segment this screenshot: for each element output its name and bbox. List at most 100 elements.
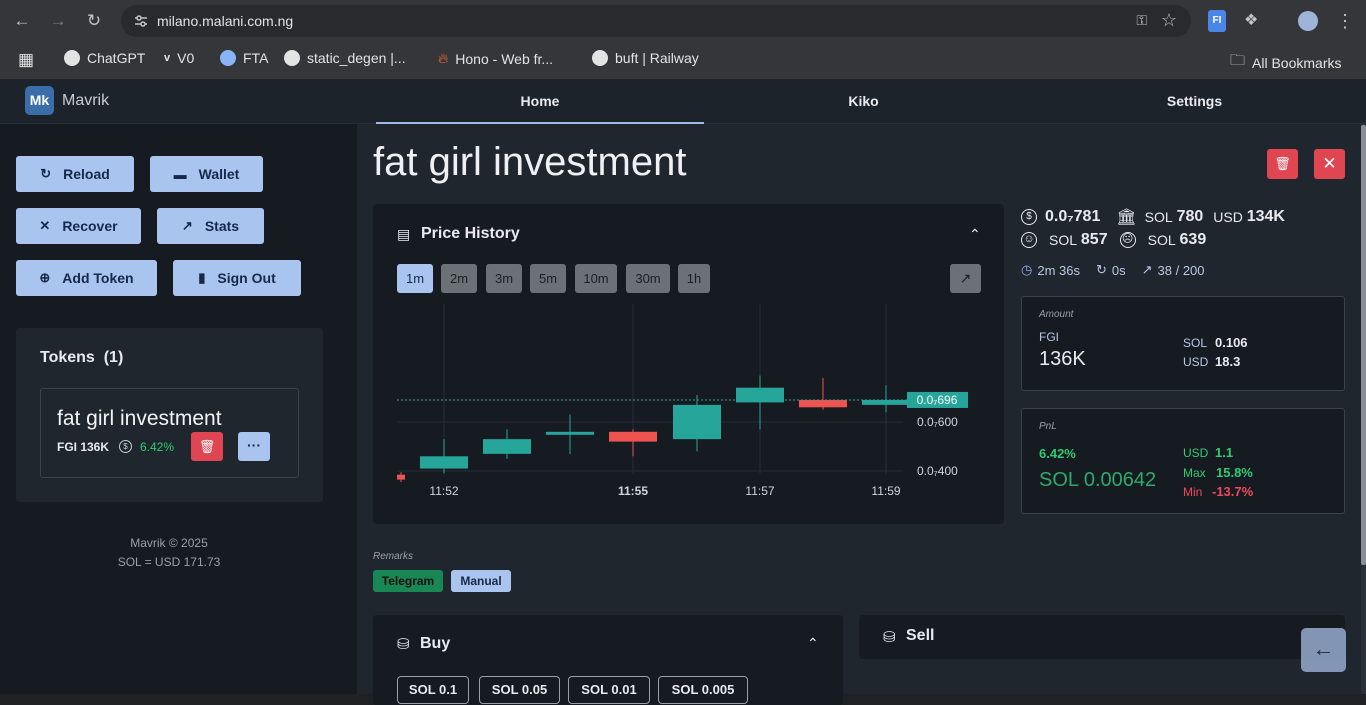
candle-body [862, 399, 910, 405]
stats-row-3: ◷ 2m 36s ↻ 0s ↗ 38 / 200 [1021, 262, 1205, 278]
app-root: Mk Mavrik Home Kiko Settings ↻ Reload ▬ Wa… [0, 79, 1366, 705]
bookmark-fta[interactable]: FTA [220, 50, 268, 66]
remark-badge-manual[interactable]: Manual [451, 570, 511, 592]
bookmark-railway[interactable]: buft | Railway [592, 50, 699, 66]
add-token-button[interactable]: ⊕ Add Token [16, 260, 157, 296]
folder-icon: 🗀︎ [1230, 52, 1246, 69]
bookmark-label: ChatGPT [87, 50, 146, 66]
recover-button[interactable]: ✕ Recover [16, 208, 141, 244]
buy-title: Buy [420, 635, 451, 652]
stats-row-1: $ 0.0₇781 🏛︎ SOL 780 USD 134K [1021, 207, 1285, 227]
bank-icon: 🏛︎ [1116, 209, 1137, 226]
floating-back-button[interactable]: ← [1301, 628, 1346, 672]
price-history-card: ▤ Price History ⌃ 1m 2m 3m 5m 10m 30m 1h… [373, 204, 1004, 524]
site-settings-icon[interactable] [133, 13, 149, 29]
pnl-min: -13.7% [1212, 484, 1254, 499]
timeframe-10m[interactable]: 10m [575, 264, 617, 293]
coin-icon: $ [1021, 209, 1037, 225]
password-key-icon[interactable]: ⚿ [1136, 12, 1147, 29]
refresh-icon: ↻ [40, 166, 52, 181]
candle-body [799, 399, 847, 408]
y-tick-label: 0.0₇400 [917, 464, 958, 478]
timeframe-1h[interactable]: 1h [678, 264, 710, 293]
site-icon [284, 50, 300, 66]
sell-card[interactable]: ⛁ Sell [859, 615, 1345, 659]
bookmark-label: buft | Railway [615, 50, 699, 66]
candle-body [546, 431, 594, 435]
tab-kiko[interactable]: Kiko [704, 79, 1023, 124]
brand-name: Mavrik [62, 92, 110, 109]
extensions-puzzle-icon[interactable]: ❖ [1244, 10, 1266, 32]
tokens-card: Tokens (1) fat girl investment FGI 136K … [16, 328, 323, 502]
add-token-label: Add Token [62, 270, 134, 286]
timeframe-2m[interactable]: 2m [441, 264, 477, 293]
token-more-button[interactable]: ··· [238, 432, 270, 461]
reload-button[interactable]: ↻ Reload [16, 156, 134, 192]
chart-toggle-button[interactable]: ↗ [950, 264, 981, 293]
bookmark-label: V0 [177, 50, 195, 66]
recover-label: Recover [62, 218, 118, 234]
bookmark-hono[interactable]: 🔥︎ Hono - Web fr... [438, 50, 553, 67]
chart-line-icon: ↗ [1141, 262, 1153, 277]
all-bookmarks-label: All Bookmarks [1252, 54, 1342, 71]
sidebar-footer: Mavrik © 2025 SOL = USD 171.73 [0, 534, 338, 572]
sell-volume-label: SOL [1147, 232, 1176, 248]
candle-body [397, 474, 405, 480]
amount-usd: 18.3 [1215, 354, 1241, 369]
back-icon[interactable]: ← [10, 9, 34, 33]
forward-icon[interactable]: → [46, 9, 70, 33]
chart-line-icon: ↗ [181, 218, 193, 233]
token-list-item[interactable]: fat girl investment FGI 136K $ 6.42% 🗑︎ … [40, 388, 299, 478]
calendar-icon: ▤ [397, 226, 411, 242]
mavrik-logo: Mk [25, 86, 54, 115]
buy-volume-label: SOL [1049, 232, 1078, 248]
amount-symbol: FGI [1039, 330, 1059, 344]
door-icon: ▮ [198, 270, 206, 285]
timeframe-5m[interactable]: 5m [530, 264, 566, 293]
close-button[interactable]: ✕ [1314, 149, 1345, 179]
timeframe-1m[interactable]: 1m [397, 264, 433, 293]
y-tick-label: 0.0₇600 [917, 415, 958, 429]
buy-amount-0-01[interactable]: SOL 0.01 [568, 676, 650, 704]
extension-fi-icon[interactable]: FI [1208, 10, 1226, 32]
bookmark-v0[interactable]: v V0 [164, 50, 194, 66]
remark-badge-telegram[interactable]: Telegram [373, 570, 443, 592]
delete-token-button[interactable]: 🗑︎ [191, 432, 223, 461]
delete-button[interactable]: 🗑︎ [1267, 149, 1298, 179]
chevron-up-icon[interactable]: ⌃ [969, 226, 981, 243]
bookmark-star-icon[interactable]: ☆ [1161, 10, 1177, 31]
candle-body [609, 431, 657, 442]
chevron-up-icon[interactable]: ⌃ [807, 635, 819, 652]
profile-avatar[interactable] [1298, 11, 1318, 31]
liquidity-sol: 780 [1176, 208, 1204, 225]
wallet-button[interactable]: ▬ Wallet [150, 156, 263, 192]
all-bookmarks[interactable]: 🗀︎ All Bookmarks [1230, 50, 1341, 75]
token-name[interactable]: fat girl investment [57, 407, 222, 431]
tab-settings[interactable]: Settings [1023, 79, 1366, 124]
trash-icon: 🗑︎ [1274, 156, 1291, 171]
timeframe-30m[interactable]: 30m [626, 264, 670, 293]
stats-button[interactable]: ↗ Stats [157, 208, 264, 244]
copyright-text: Mavrik © 2025 [130, 536, 208, 550]
tab-home[interactable]: Home [376, 79, 704, 124]
bookmark-static-degen[interactable]: static_degen |... [284, 50, 406, 66]
x-tick-label: 11:59 [871, 484, 900, 498]
buy-amount-0-005[interactable]: SOL 0.005 [658, 676, 748, 704]
scrollbar-thumb[interactable] [1361, 125, 1366, 565]
sol-usd-rate: SOL = USD 171.73 [117, 555, 221, 569]
coin-icon: $ [119, 440, 132, 453]
menu-kebab-icon[interactable]: ⋮ [1336, 10, 1354, 32]
reload-page-icon[interactable]: ↻ [82, 9, 106, 33]
timeframe-3m[interactable]: 3m [486, 264, 522, 293]
buy-amount-0-1[interactable]: SOL 0.1 [397, 676, 469, 704]
pnl-max-label: Max [1183, 466, 1206, 480]
liquidity-sol-label: SOL [1144, 209, 1173, 225]
apps-grid-icon[interactable]: ▦ [18, 50, 34, 70]
buy-amount-0-05[interactable]: SOL 0.05 [479, 676, 560, 704]
frown-icon: ☹ [1119, 232, 1136, 248]
url-text[interactable]: milano.malani.com.ng [157, 13, 293, 29]
sign-out-button[interactable]: ▮ Sign Out [173, 260, 301, 296]
address-bar[interactable]: milano.malani.com.ng ⚿ ☆ [121, 5, 1191, 37]
bookmark-chatgpt[interactable]: ChatGPT [64, 50, 145, 66]
buy-volume: 857 [1080, 231, 1108, 248]
